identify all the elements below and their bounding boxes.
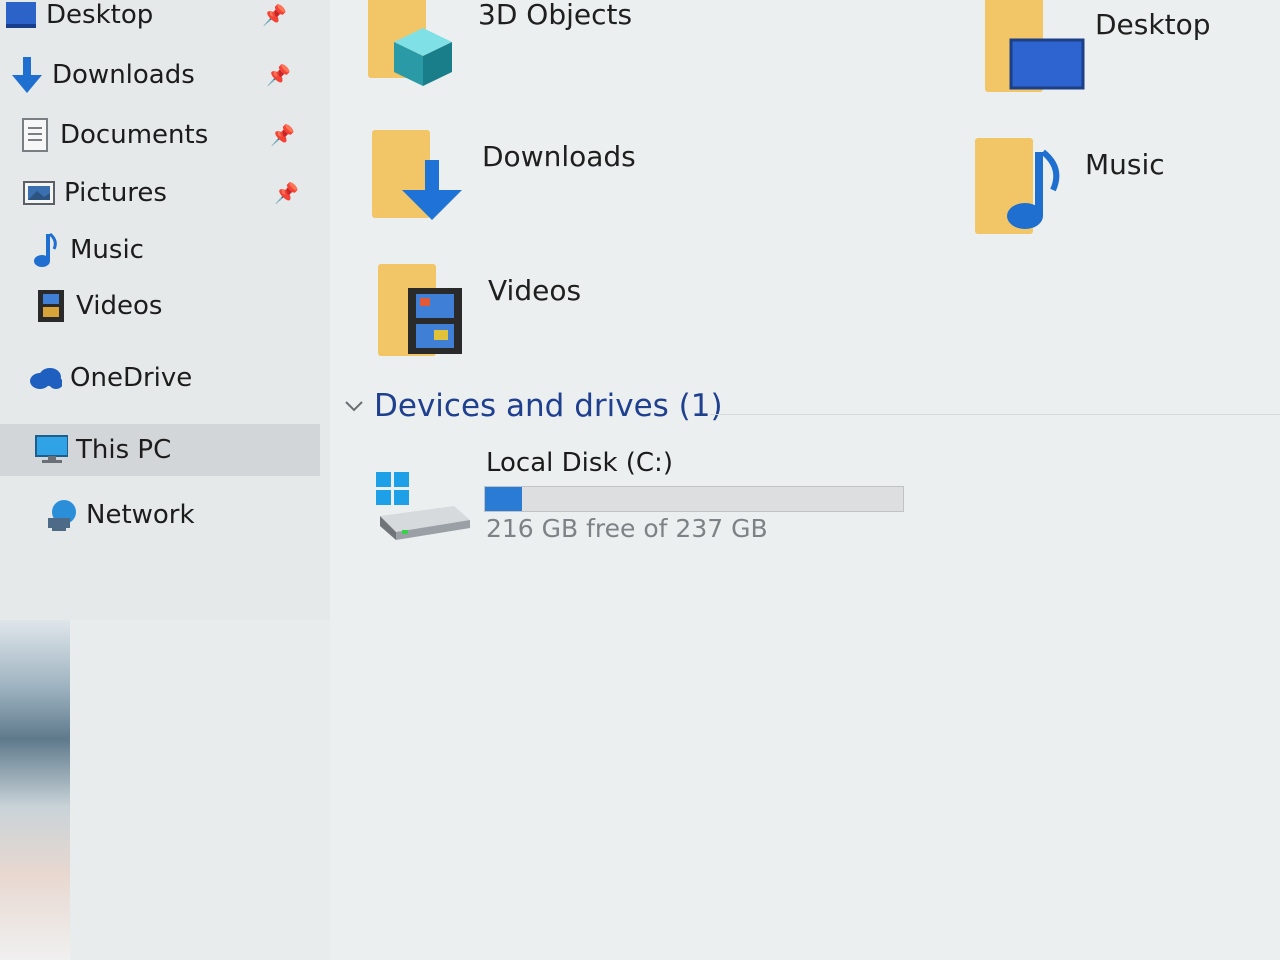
- sidebar-item-label: Network: [86, 500, 195, 530]
- folder-label: Desktop: [1095, 8, 1211, 41]
- desktop-icon: [985, 0, 1085, 96]
- hard-drive-icon: [372, 468, 476, 544]
- pin-icon[interactable]: 📌: [262, 3, 287, 27]
- desktop-icon: [4, 0, 38, 32]
- film-icon: [34, 289, 68, 323]
- film-icon: [378, 264, 478, 364]
- sidebar-item-label: OneDrive: [70, 363, 193, 393]
- sidebar-item-music[interactable]: Music: [28, 225, 144, 275]
- folder-label: Videos: [488, 274, 582, 307]
- pin-icon[interactable]: 📌: [270, 123, 295, 147]
- sidebar-item-label: Documents: [60, 120, 209, 150]
- pin-icon[interactable]: 📌: [274, 181, 299, 205]
- navigation-pane: Desktop 📌 Downloads 📌 Documents 📌 Pictur…: [0, 0, 330, 620]
- folder-music[interactable]: Music: [975, 138, 1165, 238]
- pictures-icon: [22, 176, 56, 210]
- drive-label: Local Disk (C:): [486, 448, 673, 478]
- folder-desktop[interactable]: Desktop: [985, 0, 1210, 96]
- section-title: Devices and drives (1): [374, 388, 723, 424]
- cloud-icon: [28, 361, 62, 395]
- sidebar-item-label: Downloads: [52, 60, 195, 90]
- section-divider: [710, 414, 1280, 415]
- folder-label: Downloads: [482, 140, 636, 173]
- sidebar-item-label: Music: [70, 235, 144, 265]
- desk-background: [0, 620, 70, 960]
- folder-label: 3D Objects: [478, 0, 633, 31]
- folder-3d-objects[interactable]: 3D Objects: [368, 0, 632, 88]
- monitor-icon: [34, 433, 68, 467]
- drive-local-disk-c[interactable]: Local Disk (C:) 216 GB free of 237 GB: [372, 448, 932, 558]
- drive-usage-fill: [485, 487, 523, 511]
- folder-videos[interactable]: Videos: [378, 264, 581, 364]
- drive-usage-bar: [484, 486, 904, 512]
- sidebar-item-pictures[interactable]: Pictures 📌: [22, 168, 299, 218]
- download-arrow-icon: [372, 130, 472, 230]
- chevron-down-icon[interactable]: [340, 392, 368, 420]
- download-arrow-icon: [10, 57, 44, 93]
- sidebar-item-onedrive[interactable]: OneDrive: [28, 353, 192, 403]
- sidebar-item-videos[interactable]: Videos: [34, 281, 162, 331]
- sidebar-item-downloads[interactable]: Downloads 📌: [10, 50, 291, 100]
- sidebar-item-this-pc[interactable]: This PC: [0, 424, 320, 476]
- folder-downloads[interactable]: Downloads: [372, 130, 636, 230]
- music-note-icon: [28, 232, 62, 267]
- music-note-icon: [975, 138, 1075, 238]
- network-icon: [44, 498, 78, 532]
- folder-label: Music: [1085, 148, 1165, 181]
- sidebar-item-label: This PC: [76, 435, 172, 465]
- sidebar-item-label: Pictures: [64, 178, 167, 208]
- sidebar-item-documents[interactable]: Documents 📌: [18, 110, 295, 160]
- sidebar-item-desktop[interactable]: Desktop 📌: [4, 0, 287, 40]
- drive-free-space: 216 GB free of 237 GB: [486, 514, 768, 543]
- document-icon: [18, 118, 52, 152]
- sidebar-item-network[interactable]: Network: [44, 490, 195, 540]
- cube-icon: [368, 0, 468, 88]
- pin-icon[interactable]: 📌: [266, 63, 291, 87]
- sidebar-item-label: Videos: [76, 291, 163, 321]
- devices-section-header[interactable]: Devices and drives (1): [340, 388, 723, 424]
- sidebar-item-label: Desktop: [46, 0, 154, 30]
